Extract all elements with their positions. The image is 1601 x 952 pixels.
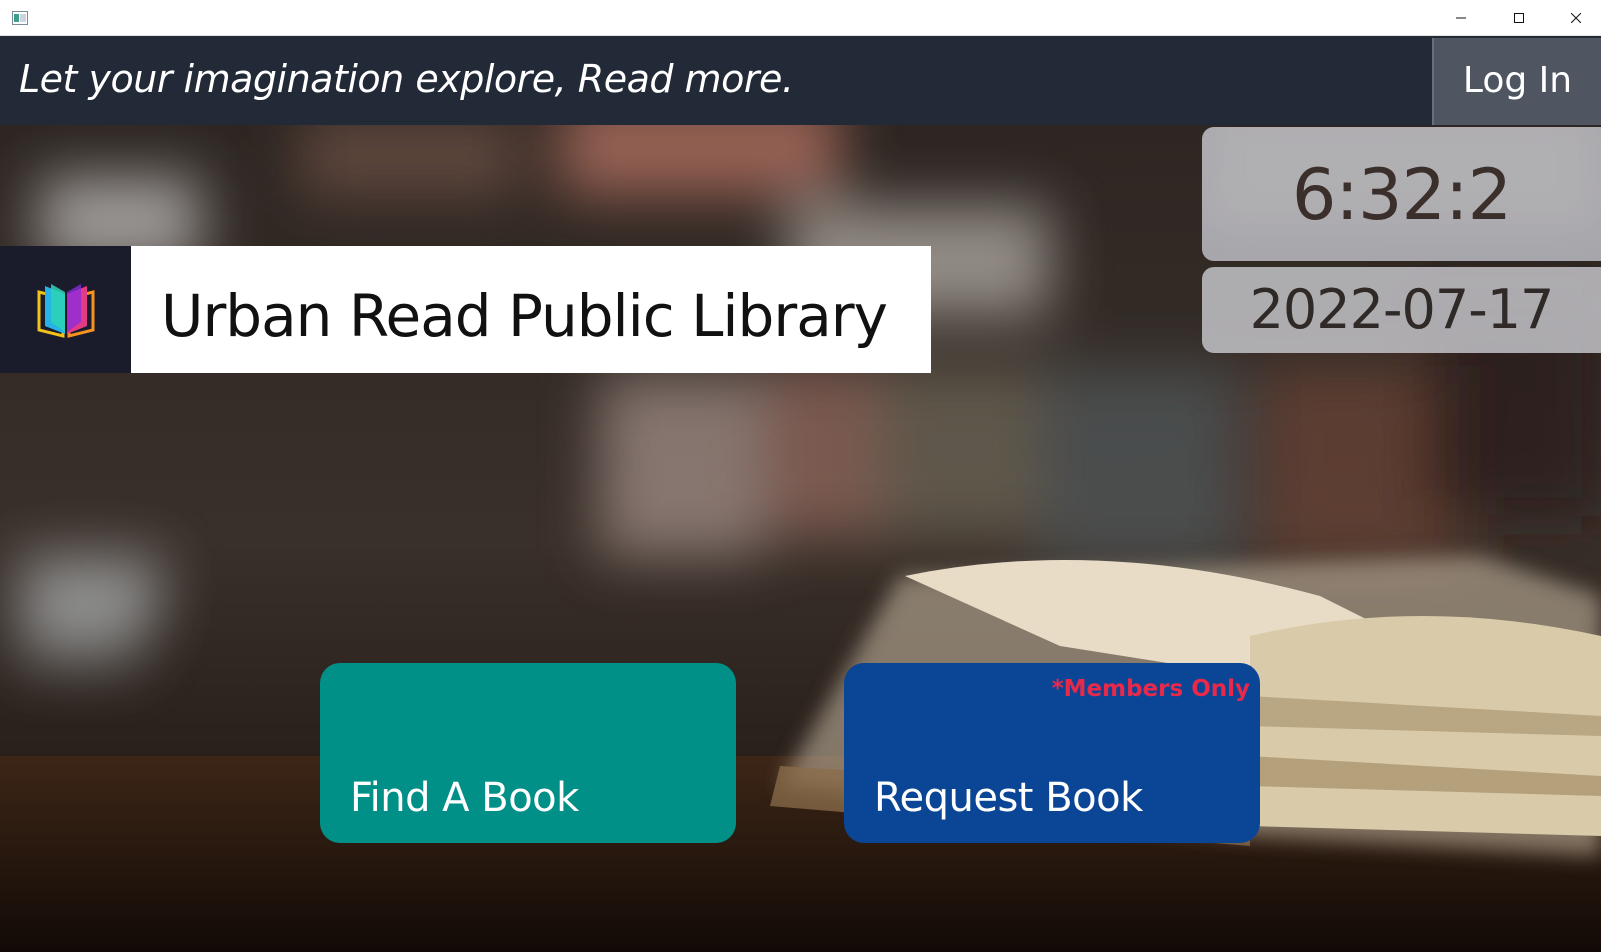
open-book-logo-icon — [37, 284, 95, 338]
app-window: Let your imagination explore, Read more.… — [0, 36, 1601, 952]
library-name: Urban Read Public Library — [161, 282, 888, 350]
maximize-button[interactable] — [1496, 0, 1542, 35]
tagline-text: Let your imagination explore, Read more. — [19, 57, 794, 101]
app-window-icon — [12, 11, 28, 25]
find-a-book-label: Find A Book — [350, 775, 579, 821]
date-text: 2022-07-17 — [1249, 278, 1555, 341]
close-button[interactable] — [1553, 0, 1599, 35]
minimize-button[interactable] — [1438, 0, 1484, 35]
find-a-book-button[interactable]: Find A Book — [320, 663, 736, 843]
window-titlebar — [0, 0, 1601, 36]
request-book-label: Request Book — [874, 775, 1143, 821]
library-logo — [0, 246, 131, 373]
close-icon — [1571, 12, 1581, 23]
maximize-icon — [1514, 12, 1524, 23]
top-banner: Let your imagination explore, Read more.… — [0, 36, 1601, 125]
login-button[interactable]: Log In — [1432, 38, 1601, 125]
library-title-card: Urban Read Public Library — [131, 246, 931, 373]
request-book-button[interactable]: *Members Only Request Book — [844, 663, 1260, 843]
members-only-note: *Members Only — [1051, 676, 1250, 702]
date-panel: 2022-07-17 — [1202, 267, 1601, 353]
clock-panel: 6:32:2 — [1202, 127, 1601, 261]
minimize-icon — [1456, 17, 1466, 18]
clock-time: 6:32:2 — [1291, 154, 1512, 236]
